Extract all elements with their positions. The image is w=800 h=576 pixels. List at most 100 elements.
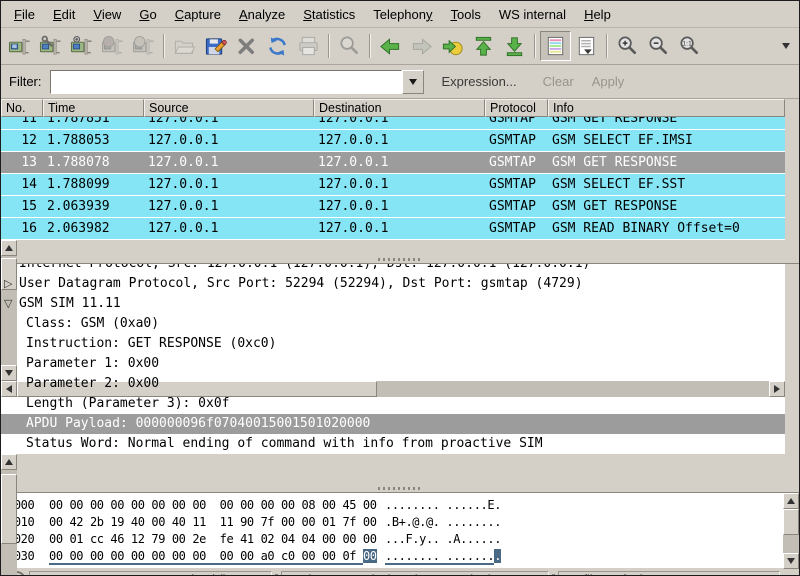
menu-edit[interactable]: Edit [44, 4, 84, 25]
column-header-source[interactable]: Source [144, 99, 314, 117]
scroll-thumb[interactable] [1, 474, 17, 544]
menu-help[interactable]: Help [575, 4, 620, 25]
packet-row[interactable]: 152.063939127.0.0.1127.0.0.1GSMTAPGSM GE… [1, 196, 785, 218]
drag-grip-icon [378, 487, 422, 490]
hex-row[interactable]: 001000 42 2b 19 40 00 40 11 11 90 7f 00 … [7, 514, 783, 531]
menu-statistics[interactable]: Statistics [294, 4, 364, 25]
interface-list-icon [8, 35, 31, 58]
menu-tools[interactable]: Tools [442, 4, 490, 25]
zoom-in-button[interactable] [612, 31, 643, 61]
selected-byte[interactable]: 00 [363, 549, 377, 563]
capture-start-button[interactable] [66, 31, 97, 61]
packet-row[interactable]: 121.788053127.0.0.1127.0.0.1GSMTAPGSM SE… [1, 130, 785, 152]
detail-line[interactable]: Status Word: Normal ending of command wi… [1, 434, 785, 454]
expression-button[interactable]: Expression... [442, 74, 517, 89]
colorize-icon [544, 35, 567, 58]
go-to-top-icon [472, 35, 495, 58]
detail-line[interactable]: Class: GSM (0xa0) [1, 314, 785, 334]
go-to-packet-button[interactable] [437, 31, 468, 61]
packet-row[interactable]: 111.787851127.0.0.1127.0.0.1GSMTAPGSM GE… [1, 117, 785, 130]
apply-button: Apply [592, 74, 625, 89]
hex-vscrollbar[interactable] [783, 493, 799, 569]
close-file-button[interactable] [231, 31, 262, 61]
packet-row[interactable]: 141.788099127.0.0.1127.0.0.1GSMTAPGSM SE… [1, 174, 785, 196]
column-header-protocol[interactable]: Protocol [485, 99, 548, 117]
save-file-button[interactable] [200, 31, 231, 61]
toolbar-separator [328, 34, 330, 58]
main-toolbar: 1:1 [1, 28, 799, 65]
scroll-up-button[interactable] [1, 454, 17, 470]
autoscroll-icon [575, 35, 598, 58]
filter-history-dropdown[interactable] [402, 70, 424, 94]
save-file-icon [204, 35, 227, 58]
status-field-info: ISO 7816-4 APDU Data Payload (iso... [29, 571, 272, 576]
hex-bytes-view[interactable]: 000000 00 00 00 00 00 00 00 00 00 00 00 … [1, 493, 783, 568]
status-profile[interactable]: Profile: Default [558, 571, 780, 576]
menu-go[interactable]: Go [130, 4, 165, 25]
detail-line[interactable]: Internet Protocol, Src: 127.0.0.1 (127.0… [1, 264, 785, 274]
menu-telephony[interactable]: Telephony [364, 4, 441, 25]
menu-ws-internal[interactable]: WS internal [490, 4, 575, 25]
scroll-up-button[interactable] [783, 493, 799, 509]
packet-row[interactable]: 162.063982127.0.0.1127.0.0.1GSMTAPGSM RE… [1, 218, 785, 240]
scroll-thumb[interactable] [783, 509, 799, 535]
zoom-100-button[interactable]: 1:1 [674, 31, 705, 61]
clear-button: Clear [543, 74, 574, 89]
more-tools-dropdown-button[interactable] [776, 31, 796, 61]
go-to-top-button[interactable] [468, 31, 499, 61]
toolbar-separator [369, 34, 371, 58]
go-forward-button [406, 31, 437, 61]
menu-view[interactable]: View [84, 4, 130, 25]
detail-line[interactable]: Parameter 1: 0x00 [1, 354, 785, 374]
column-header-destination[interactable]: Destination [314, 99, 485, 117]
go-back-button[interactable] [375, 31, 406, 61]
autoscroll-button[interactable] [571, 31, 602, 61]
hex-row-selected[interactable]: 0030 00 00 00 00 00 00 00 00 00 00 a0 c0… [7, 548, 783, 565]
menu-analyze[interactable]: Analyze [230, 4, 294, 25]
drag-grip-icon [378, 258, 422, 261]
reload-icon [266, 35, 289, 58]
packet-row-selected[interactable]: 131.788078127.0.0.1127.0.0.1GSMTAPGSM GE… [1, 152, 785, 174]
hex-row[interactable]: 002000 01 cc 46 12 79 00 2e fe 41 02 04 … [7, 531, 783, 548]
menu-capture[interactable]: Capture [166, 4, 230, 25]
pane-separator[interactable] [1, 485, 799, 492]
go-forward-icon [410, 35, 433, 58]
zoom-100-icon: 1:1 [678, 35, 701, 58]
menu-file[interactable]: File [5, 4, 44, 25]
zoom-out-button[interactable] [643, 31, 674, 61]
interface-list-button[interactable] [4, 31, 35, 61]
column-header-time[interactable]: Time [43, 99, 144, 117]
packet-list-header: No. Time Source Destination Protocol Inf… [1, 99, 785, 117]
detail-line[interactable]: Length (Parameter 3): 0x0f [1, 394, 785, 414]
packet-details-pane: Internet Protocol, Src: 127.0.0.1 (127.0… [1, 263, 799, 485]
selected-ascii[interactable]: . [494, 549, 501, 563]
detail-line-udp[interactable]: User Datagram Protocol, Src Port: 52294 … [1, 274, 785, 294]
expander-collapsed-icon[interactable] [4, 274, 12, 294]
scroll-up-button[interactable] [1, 240, 17, 256]
zoom-out-icon [647, 35, 670, 58]
go-to-packet-icon [441, 35, 464, 58]
column-header-no[interactable]: No. [1, 99, 43, 117]
filter-input[interactable] [50, 70, 402, 94]
detail-line[interactable]: Instruction: GET RESPONSE (0xc0) [1, 334, 785, 354]
detail-line[interactable]: Parameter 2: 0x00 [1, 374, 785, 394]
capture-options-button[interactable] [35, 31, 66, 61]
scroll-down-button[interactable] [783, 553, 799, 569]
print-icon [297, 35, 320, 58]
capture-stop-icon [101, 35, 124, 58]
capture-options-icon [39, 35, 62, 58]
pane-separator[interactable] [1, 256, 799, 263]
detail-line-selected[interactable]: APDU Payload: 000000096f0704001500150102… [1, 414, 785, 434]
colorize-button[interactable] [540, 31, 571, 61]
toolbar-separator [163, 34, 165, 58]
reload-button[interactable] [262, 31, 293, 61]
go-to-bottom-icon [503, 35, 526, 58]
column-header-info[interactable]: Info [548, 99, 785, 117]
detail-line-gsm-sim[interactable]: GSM SIM 11.11 [1, 294, 785, 314]
go-back-icon [379, 35, 402, 58]
hex-row[interactable]: 000000 00 00 00 00 00 00 00 00 00 00 00 … [7, 497, 783, 514]
expander-expanded-icon[interactable] [4, 294, 12, 314]
details-vscrollbar[interactable] [1, 454, 17, 576]
go-to-bottom-button[interactable] [499, 31, 530, 61]
chevron-down-icon [409, 79, 417, 85]
